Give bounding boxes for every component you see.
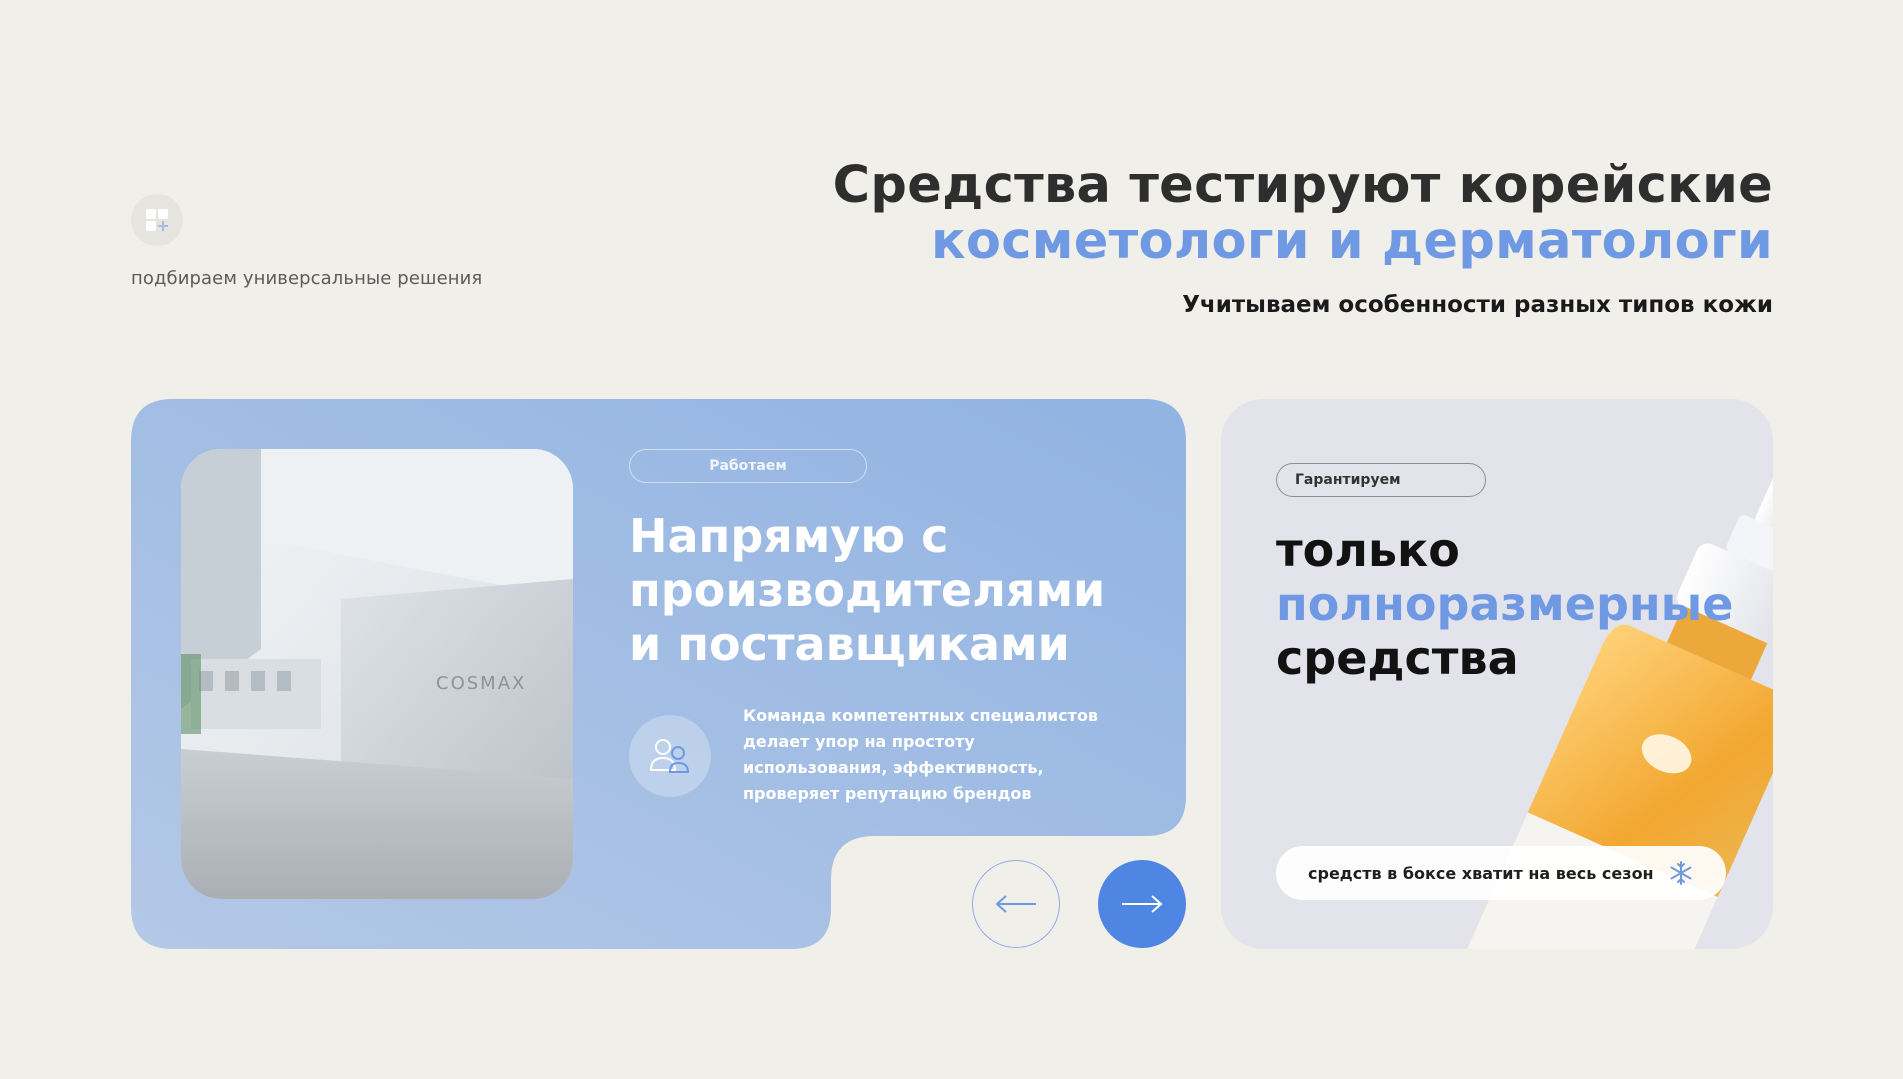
snowflake-icon [1668,860,1694,886]
grid-plus-icon [146,209,168,231]
cosmax-sign: COSMAX [436,673,526,694]
card-left-title-line: Напрямую с [629,509,949,563]
intro-caption: подбираем универсальные решения [131,268,483,289]
card-right-title-line: средства [1276,631,1519,685]
arrow-right-icon [1122,895,1163,913]
intro-icon-badge [131,194,183,246]
page-title: Средства тестируют корейские косметологи… [833,158,1773,270]
chip-guarantee: Гарантируем [1276,463,1486,497]
feature-card-full-size: Гарантируем только полноразмерные средст… [1221,399,1773,949]
prev-slide-button[interactable] [972,860,1060,948]
season-pill-text: средств в боксе хватит на весь сезон [1308,863,1654,883]
chip-working: Работаем [629,449,867,483]
feature-card-direct-suppliers: COSMAX Работаем Напрямую с производителя… [131,399,1186,949]
card-left-title-line: и поставщиками [629,617,1070,671]
card-left-description: Команда компетентных специалистов делает… [743,706,1099,803]
next-slide-button[interactable] [1098,860,1186,948]
office-photo: COSMAX [181,449,573,899]
arrow-left-icon [995,895,1036,913]
card-right-title: только полноразмерные средства [1276,523,1746,685]
season-pill: средств в боксе хватит на весь сезон [1276,846,1726,900]
page-subtitle: Учитываем особенности разных типов кожи [1182,292,1773,318]
card-right-title-accent: полноразмерные [1276,577,1734,631]
title-line-2-accent: косметологи и дерматологи [930,212,1773,271]
title-line-1: Средства тестируют корейские [832,156,1773,215]
card-right-title-line: только [1276,523,1460,577]
card-left-title: Напрямую с производителями и поставщикам… [629,509,1149,671]
team-icon [629,715,711,797]
card-left-title-line: производителями [629,563,1106,617]
